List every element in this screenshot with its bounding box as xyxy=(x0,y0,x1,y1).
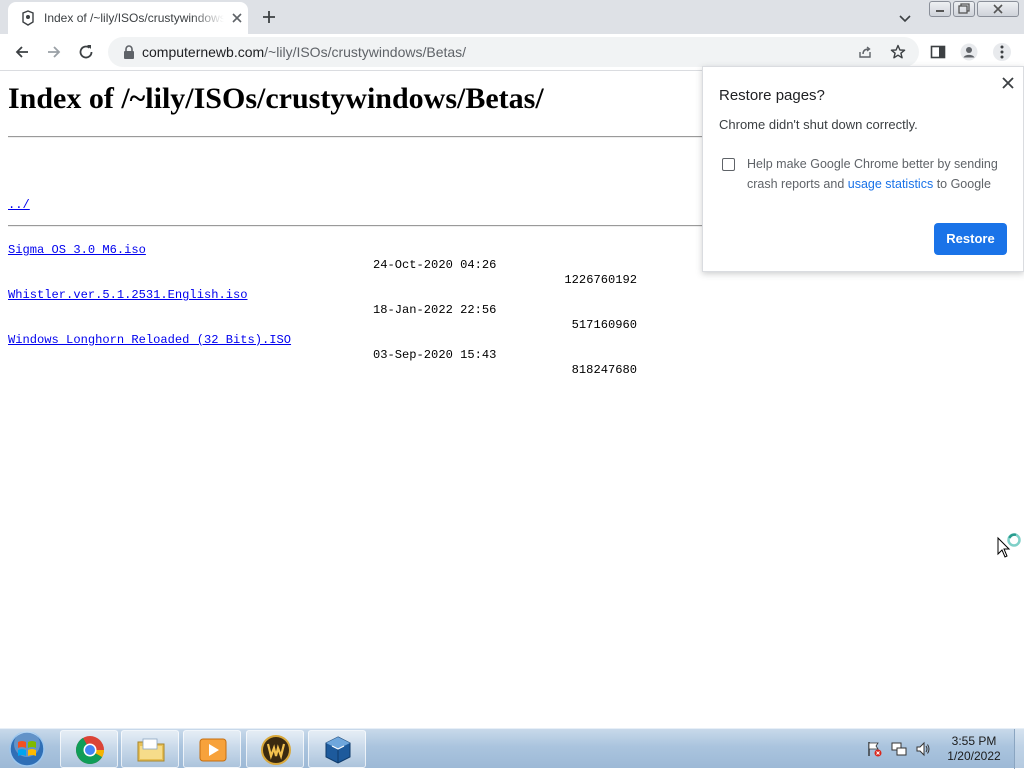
url-domain: computernewb.com xyxy=(142,44,265,60)
document-favicon-icon xyxy=(22,10,34,26)
file-size: 818247680 xyxy=(571,363,637,377)
busy-cursor-icon xyxy=(997,533,1021,558)
restore-button[interactable]: Restore xyxy=(934,223,1007,255)
table-row: Whistler.ver.5.1.2531.English.iso 18-Jan… xyxy=(8,273,648,332)
back-arrow-icon[interactable] xyxy=(13,43,31,61)
file-date: 18-Jan-2022 22:56 xyxy=(373,303,497,317)
network-icon[interactable] xyxy=(891,741,907,757)
taskbar-media-player-button[interactable] xyxy=(183,730,241,768)
action-center-flag-icon[interactable] xyxy=(866,741,882,757)
tab-strip: Index of /~lily/ISOs/crustywindows/Betas… xyxy=(0,0,1024,34)
chrome-icon xyxy=(76,736,104,764)
bookmark-star-icon[interactable] xyxy=(890,44,906,60)
crash-report-label: Help make Google Chrome better by sendin… xyxy=(747,154,1007,194)
usage-statistics-link[interactable]: usage statistics xyxy=(848,177,933,191)
crash-report-checkbox[interactable] xyxy=(722,158,735,171)
file-link[interactable]: Whistler.ver.5.1.2531.English.iso xyxy=(8,288,248,303)
profile-avatar-icon[interactable] xyxy=(960,43,978,61)
taskbar-virtualbox-button[interactable] xyxy=(308,730,366,768)
tab-title: Index of /~lily/ISOs/crustywindows/Betas… xyxy=(44,11,224,25)
window-close-button[interactable] xyxy=(977,1,1019,17)
dialog-title: Restore pages? xyxy=(719,87,825,104)
file-link[interactable]: Sigma OS 3.0 M6.iso xyxy=(8,243,146,258)
side-panel-icon[interactable] xyxy=(929,43,947,61)
volume-speaker-icon[interactable] xyxy=(915,741,931,757)
taskbar: 3:55 PM 1/20/2022 xyxy=(0,728,1024,769)
tab-active[interactable]: Index of /~lily/ISOs/crustywindows/Betas… xyxy=(8,2,248,34)
show-desktop-button[interactable] xyxy=(1014,729,1024,769)
close-tab-icon[interactable] xyxy=(230,11,244,25)
clock-time: 3:55 PM xyxy=(951,734,997,748)
window-minimize-button[interactable] xyxy=(929,1,951,17)
window-restore-button[interactable] xyxy=(953,1,975,17)
parent-directory-link[interactable]: ../ xyxy=(8,198,30,213)
dialog-message: Chrome didn't shut down correctly. xyxy=(719,117,918,132)
more-menu-icon[interactable] xyxy=(993,43,1011,61)
file-link[interactable]: Windows Longhorn Reloaded (32 Bits).ISO xyxy=(8,333,291,348)
file-explorer-icon xyxy=(137,738,165,762)
share-icon[interactable] xyxy=(857,44,873,60)
system-clock[interactable]: 3:55 PM 1/20/2022 xyxy=(936,734,1012,764)
close-icon[interactable] xyxy=(1001,76,1015,90)
address-bar[interactable]: computernewb.com/~lily/ISOs/crustywindow… xyxy=(108,37,919,67)
virtualbox-icon xyxy=(325,736,351,764)
media-player-icon xyxy=(199,738,227,762)
forward-arrow-icon[interactable] xyxy=(45,43,63,61)
file-date: 24-Oct-2020 04:26 xyxy=(373,258,497,272)
taskbar-chrome-button[interactable] xyxy=(60,730,118,768)
world-of-warcraft-icon xyxy=(261,735,291,765)
url-text[interactable]: computernewb.com/~lily/ISOs/crustywindow… xyxy=(142,44,466,60)
file-date: 03-Sep-2020 15:43 xyxy=(373,348,497,362)
taskbar-world-of-warcraft-button[interactable] xyxy=(246,730,304,768)
restore-pages-dialog: Restore pages? Chrome didn't shut down c… xyxy=(702,66,1024,272)
lock-icon[interactable] xyxy=(122,44,136,60)
table-row: Sigma OS 3.0 M6.iso 24-Oct-2020 04:26 12… xyxy=(8,228,648,287)
page-title: Index of /~lily/ISOs/crustywindows/Betas… xyxy=(8,82,544,115)
taskbar-explorer-button[interactable] xyxy=(121,730,179,768)
url-path: /~lily/ISOs/crustywindows/Betas/ xyxy=(264,44,467,60)
clock-date: 1/20/2022 xyxy=(947,749,1001,763)
parent-dir-row: ../ xyxy=(8,183,648,212)
reload-icon[interactable] xyxy=(77,43,95,61)
table-row: Windows Longhorn Reloaded (32 Bits).ISO … xyxy=(8,318,648,377)
start-button-windows-logo-icon[interactable] xyxy=(4,730,50,768)
file-listing: ../ Sigma OS 3.0 M6.iso 24-Oct-2020 04:2… xyxy=(8,153,648,377)
crash-report-text-end: to Google xyxy=(933,177,991,191)
new-tab-icon[interactable] xyxy=(260,8,278,26)
tab-search-chevron-icon[interactable] xyxy=(897,10,913,26)
